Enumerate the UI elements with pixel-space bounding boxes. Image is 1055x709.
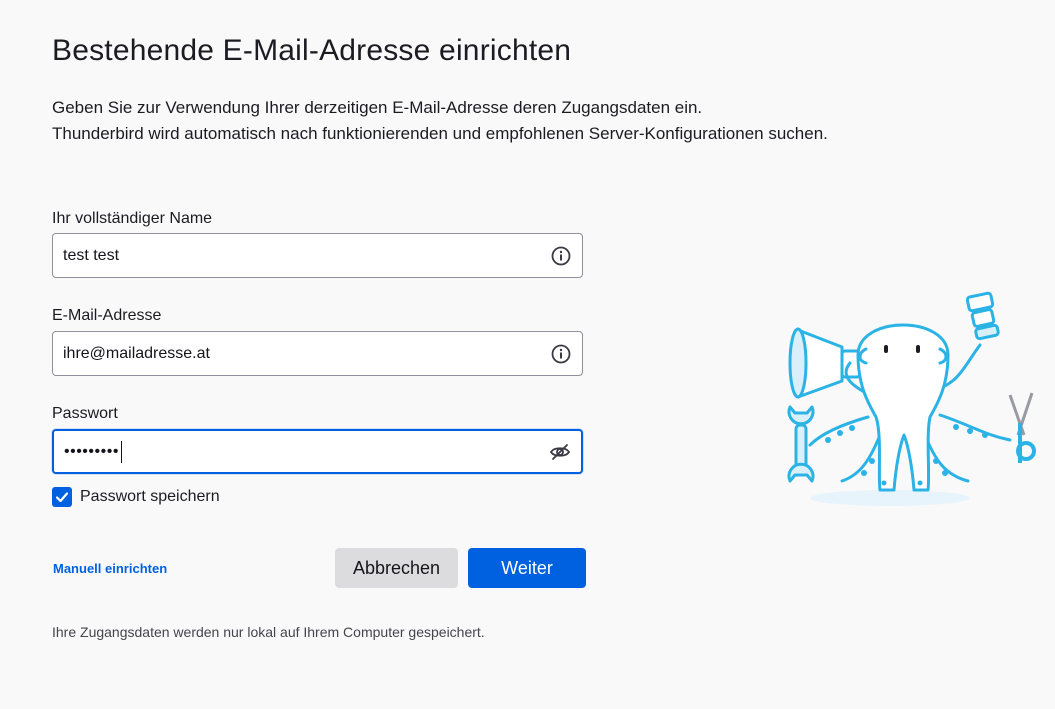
name-input[interactable]	[63, 234, 533, 277]
password-input[interactable]: •••••••••	[64, 431, 122, 472]
eye-slash-icon[interactable]	[549, 441, 571, 463]
octopus-mascot-illustration	[787, 291, 1036, 506]
info-icon[interactable]	[550, 245, 572, 267]
remember-password-label[interactable]: Passwort speichern	[80, 488, 220, 506]
password-label: Passwort	[52, 405, 118, 422]
account-setup-page: Bestehende E-Mail-Adresse einrichten Geb…	[0, 0, 1055, 709]
checkmark-icon	[55, 492, 69, 503]
manual-setup-link[interactable]: Manuell einrichten	[53, 561, 167, 576]
intro-line-1: Geben Sie zur Verwendung Ihrer derzeitig…	[52, 98, 703, 117]
scissors-icon	[1008, 392, 1036, 463]
next-button[interactable]: Weiter	[468, 548, 586, 588]
password-field[interactable]: •••••••••	[52, 429, 583, 474]
email-input[interactable]	[63, 332, 533, 375]
info-icon[interactable]	[550, 343, 572, 365]
intro-text: Geben Sie zur Verwendung Ihrer derzeitig…	[52, 95, 952, 147]
remember-password-row[interactable]: Passwort speichern	[52, 487, 220, 507]
tool-sticks-icon	[965, 291, 1000, 341]
name-field[interactable]	[52, 233, 583, 278]
intro-line-2: Thunderbird wird automatisch nach funkti…	[52, 124, 828, 143]
name-label: Ihr vollständiger Name	[52, 210, 213, 227]
text-caret	[120, 440, 122, 463]
privacy-note: Ihre Zugangsdaten werden nur lokal auf I…	[52, 624, 485, 640]
email-field[interactable]	[52, 331, 583, 376]
email-label: E-Mail-Adresse	[52, 307, 162, 324]
page-title: Bestehende E-Mail-Adresse einrichten	[52, 34, 572, 67]
password-masked-value: •••••••••	[64, 442, 119, 460]
remember-password-checkbox[interactable]	[52, 487, 72, 507]
cancel-button[interactable]: Abbrechen	[335, 548, 458, 588]
